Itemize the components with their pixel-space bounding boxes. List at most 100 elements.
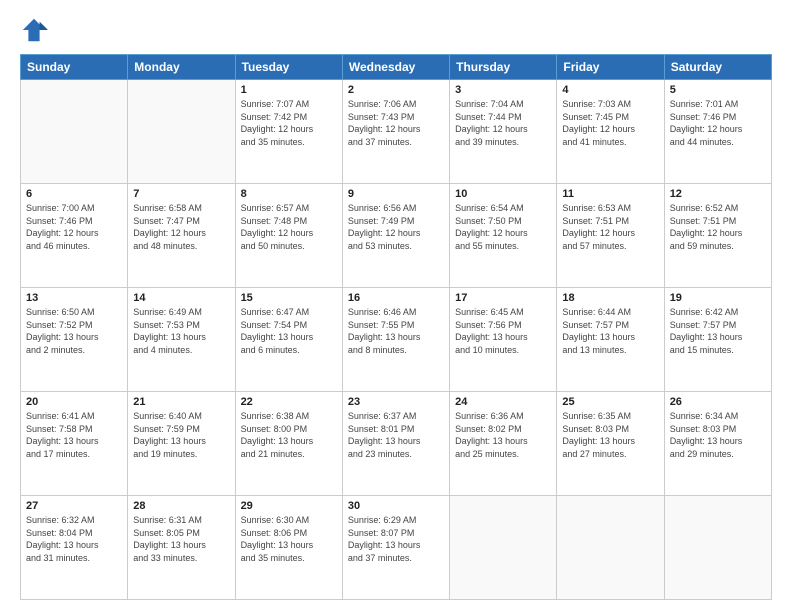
day-header-saturday: Saturday [664, 55, 771, 80]
day-info: Sunrise: 6:36 AM Sunset: 8:02 PM Dayligh… [455, 410, 551, 460]
calendar-week-4: 20 Sunrise: 6:41 AM Sunset: 7:58 PM Dayli… [21, 392, 772, 496]
day-info: Sunrise: 6:34 AM Sunset: 8:03 PM Dayligh… [670, 410, 766, 460]
calendar-cell: 6 Sunrise: 7:00 AM Sunset: 7:46 PM Daylig… [21, 184, 128, 288]
calendar-cell: 14 Sunrise: 6:49 AM Sunset: 7:53 PM Dayli… [128, 288, 235, 392]
day-number: 11 [562, 188, 658, 200]
day-number: 16 [348, 292, 444, 304]
calendar-cell [664, 496, 771, 600]
day-number: 7 [133, 188, 229, 200]
day-info: Sunrise: 6:47 AM Sunset: 7:54 PM Dayligh… [241, 306, 337, 356]
calendar-cell: 17 Sunrise: 6:45 AM Sunset: 7:56 PM Dayli… [450, 288, 557, 392]
day-info: Sunrise: 7:03 AM Sunset: 7:45 PM Dayligh… [562, 98, 658, 148]
header [20, 16, 772, 44]
day-info: Sunrise: 6:46 AM Sunset: 7:55 PM Dayligh… [348, 306, 444, 356]
day-number: 13 [26, 292, 122, 304]
calendar-cell: 20 Sunrise: 6:41 AM Sunset: 7:58 PM Dayli… [21, 392, 128, 496]
calendar-cell: 29 Sunrise: 6:30 AM Sunset: 8:06 PM Dayli… [235, 496, 342, 600]
day-number: 25 [562, 396, 658, 408]
day-number: 23 [348, 396, 444, 408]
day-info: Sunrise: 6:29 AM Sunset: 8:07 PM Dayligh… [348, 514, 444, 564]
day-info: Sunrise: 6:53 AM Sunset: 7:51 PM Dayligh… [562, 202, 658, 252]
day-number: 20 [26, 396, 122, 408]
day-info: Sunrise: 6:50 AM Sunset: 7:52 PM Dayligh… [26, 306, 122, 356]
day-header-monday: Monday [128, 55, 235, 80]
day-number: 26 [670, 396, 766, 408]
day-info: Sunrise: 6:57 AM Sunset: 7:48 PM Dayligh… [241, 202, 337, 252]
day-info: Sunrise: 7:04 AM Sunset: 7:44 PM Dayligh… [455, 98, 551, 148]
day-info: Sunrise: 6:32 AM Sunset: 8:04 PM Dayligh… [26, 514, 122, 564]
day-info: Sunrise: 6:56 AM Sunset: 7:49 PM Dayligh… [348, 202, 444, 252]
day-info: Sunrise: 7:06 AM Sunset: 7:43 PM Dayligh… [348, 98, 444, 148]
day-info: Sunrise: 7:01 AM Sunset: 7:46 PM Dayligh… [670, 98, 766, 148]
day-info: Sunrise: 7:00 AM Sunset: 7:46 PM Dayligh… [26, 202, 122, 252]
day-number: 6 [26, 188, 122, 200]
day-number: 17 [455, 292, 551, 304]
day-info: Sunrise: 7:07 AM Sunset: 7:42 PM Dayligh… [241, 98, 337, 148]
day-info: Sunrise: 6:52 AM Sunset: 7:51 PM Dayligh… [670, 202, 766, 252]
calendar-cell [450, 496, 557, 600]
page: SundayMondayTuesdayWednesdayThursdayFrid… [0, 0, 792, 612]
day-info: Sunrise: 6:41 AM Sunset: 7:58 PM Dayligh… [26, 410, 122, 460]
calendar-cell: 3 Sunrise: 7:04 AM Sunset: 7:44 PM Daylig… [450, 80, 557, 184]
calendar-cell: 22 Sunrise: 6:38 AM Sunset: 8:00 PM Dayli… [235, 392, 342, 496]
calendar-cell: 2Sunrise: 7:06 AM Sunset: 7:43 PM Daylig… [342, 80, 449, 184]
day-info: Sunrise: 6:38 AM Sunset: 8:00 PM Dayligh… [241, 410, 337, 460]
logo-icon [20, 16, 48, 44]
day-number: 1 [241, 84, 337, 96]
day-info: Sunrise: 6:42 AM Sunset: 7:57 PM Dayligh… [670, 306, 766, 356]
day-number: 19 [670, 292, 766, 304]
calendar-cell: 18Sunrise: 6:44 AM Sunset: 7:57 PM Dayli… [557, 288, 664, 392]
day-header-thursday: Thursday [450, 55, 557, 80]
day-number: 27 [26, 500, 122, 512]
day-number: 5 [670, 84, 766, 96]
day-info: Sunrise: 6:37 AM Sunset: 8:01 PM Dayligh… [348, 410, 444, 460]
calendar-cell [128, 80, 235, 184]
day-header-sunday: Sunday [21, 55, 128, 80]
calendar-week-3: 13 Sunrise: 6:50 AM Sunset: 7:52 PM Dayli… [21, 288, 772, 392]
day-info: Sunrise: 6:54 AM Sunset: 7:50 PM Dayligh… [455, 202, 551, 252]
calendar-header-row: SundayMondayTuesdayWednesdayThursdayFrid… [21, 55, 772, 80]
day-number: 10 [455, 188, 551, 200]
calendar-week-2: 6 Sunrise: 7:00 AM Sunset: 7:46 PM Daylig… [21, 184, 772, 288]
day-info: Sunrise: 6:30 AM Sunset: 8:06 PM Dayligh… [241, 514, 337, 564]
calendar-cell [557, 496, 664, 600]
day-info: Sunrise: 6:49 AM Sunset: 7:53 PM Dayligh… [133, 306, 229, 356]
day-number: 29 [241, 500, 337, 512]
calendar-cell: 24Sunrise: 6:36 AM Sunset: 8:02 PM Dayli… [450, 392, 557, 496]
calendar-week-5: 27 Sunrise: 6:32 AM Sunset: 8:04 PM Dayli… [21, 496, 772, 600]
day-info: Sunrise: 6:45 AM Sunset: 7:56 PM Dayligh… [455, 306, 551, 356]
day-number: 3 [455, 84, 551, 96]
day-number: 22 [241, 396, 337, 408]
day-number: 28 [133, 500, 229, 512]
calendar-cell: 19 Sunrise: 6:42 AM Sunset: 7:57 PM Dayli… [664, 288, 771, 392]
calendar-cell: 4 Sunrise: 7:03 AM Sunset: 7:45 PM Daylig… [557, 80, 664, 184]
calendar-cell: 12Sunrise: 6:52 AM Sunset: 7:51 PM Dayli… [664, 184, 771, 288]
day-number: 15 [241, 292, 337, 304]
day-number: 8 [241, 188, 337, 200]
calendar-cell: 21 Sunrise: 6:40 AM Sunset: 7:59 PM Dayli… [128, 392, 235, 496]
day-info: Sunrise: 6:44 AM Sunset: 7:57 PM Dayligh… [562, 306, 658, 356]
calendar-cell: 10 Sunrise: 6:54 AM Sunset: 7:50 PM Dayli… [450, 184, 557, 288]
calendar-cell: 8 Sunrise: 6:57 AM Sunset: 7:48 PM Daylig… [235, 184, 342, 288]
day-info: Sunrise: 6:40 AM Sunset: 7:59 PM Dayligh… [133, 410, 229, 460]
day-info: Sunrise: 6:31 AM Sunset: 8:05 PM Dayligh… [133, 514, 229, 564]
day-info: Sunrise: 6:35 AM Sunset: 8:03 PM Dayligh… [562, 410, 658, 460]
calendar-cell: 7 Sunrise: 6:58 AM Sunset: 7:47 PM Daylig… [128, 184, 235, 288]
logo [20, 16, 52, 44]
day-number: 30 [348, 500, 444, 512]
calendar-week-1: 1 Sunrise: 7:07 AM Sunset: 7:42 PM Daylig… [21, 80, 772, 184]
calendar-cell: 16 Sunrise: 6:46 AM Sunset: 7:55 PM Dayli… [342, 288, 449, 392]
day-info: Sunrise: 6:58 AM Sunset: 7:47 PM Dayligh… [133, 202, 229, 252]
calendar-cell: 28 Sunrise: 6:31 AM Sunset: 8:05 PM Dayli… [128, 496, 235, 600]
calendar-cell: 13 Sunrise: 6:50 AM Sunset: 7:52 PM Dayli… [21, 288, 128, 392]
day-number: 4 [562, 84, 658, 96]
calendar-cell: 9 Sunrise: 6:56 AM Sunset: 7:49 PM Daylig… [342, 184, 449, 288]
calendar-cell: 11 Sunrise: 6:53 AM Sunset: 7:51 PM Dayli… [557, 184, 664, 288]
day-header-wednesday: Wednesday [342, 55, 449, 80]
calendar-cell: 15 Sunrise: 6:47 AM Sunset: 7:54 PM Dayli… [235, 288, 342, 392]
calendar-cell: 5 Sunrise: 7:01 AM Sunset: 7:46 PM Daylig… [664, 80, 771, 184]
calendar-cell: 1 Sunrise: 7:07 AM Sunset: 7:42 PM Daylig… [235, 80, 342, 184]
day-number: 21 [133, 396, 229, 408]
day-number: 14 [133, 292, 229, 304]
day-number: 9 [348, 188, 444, 200]
